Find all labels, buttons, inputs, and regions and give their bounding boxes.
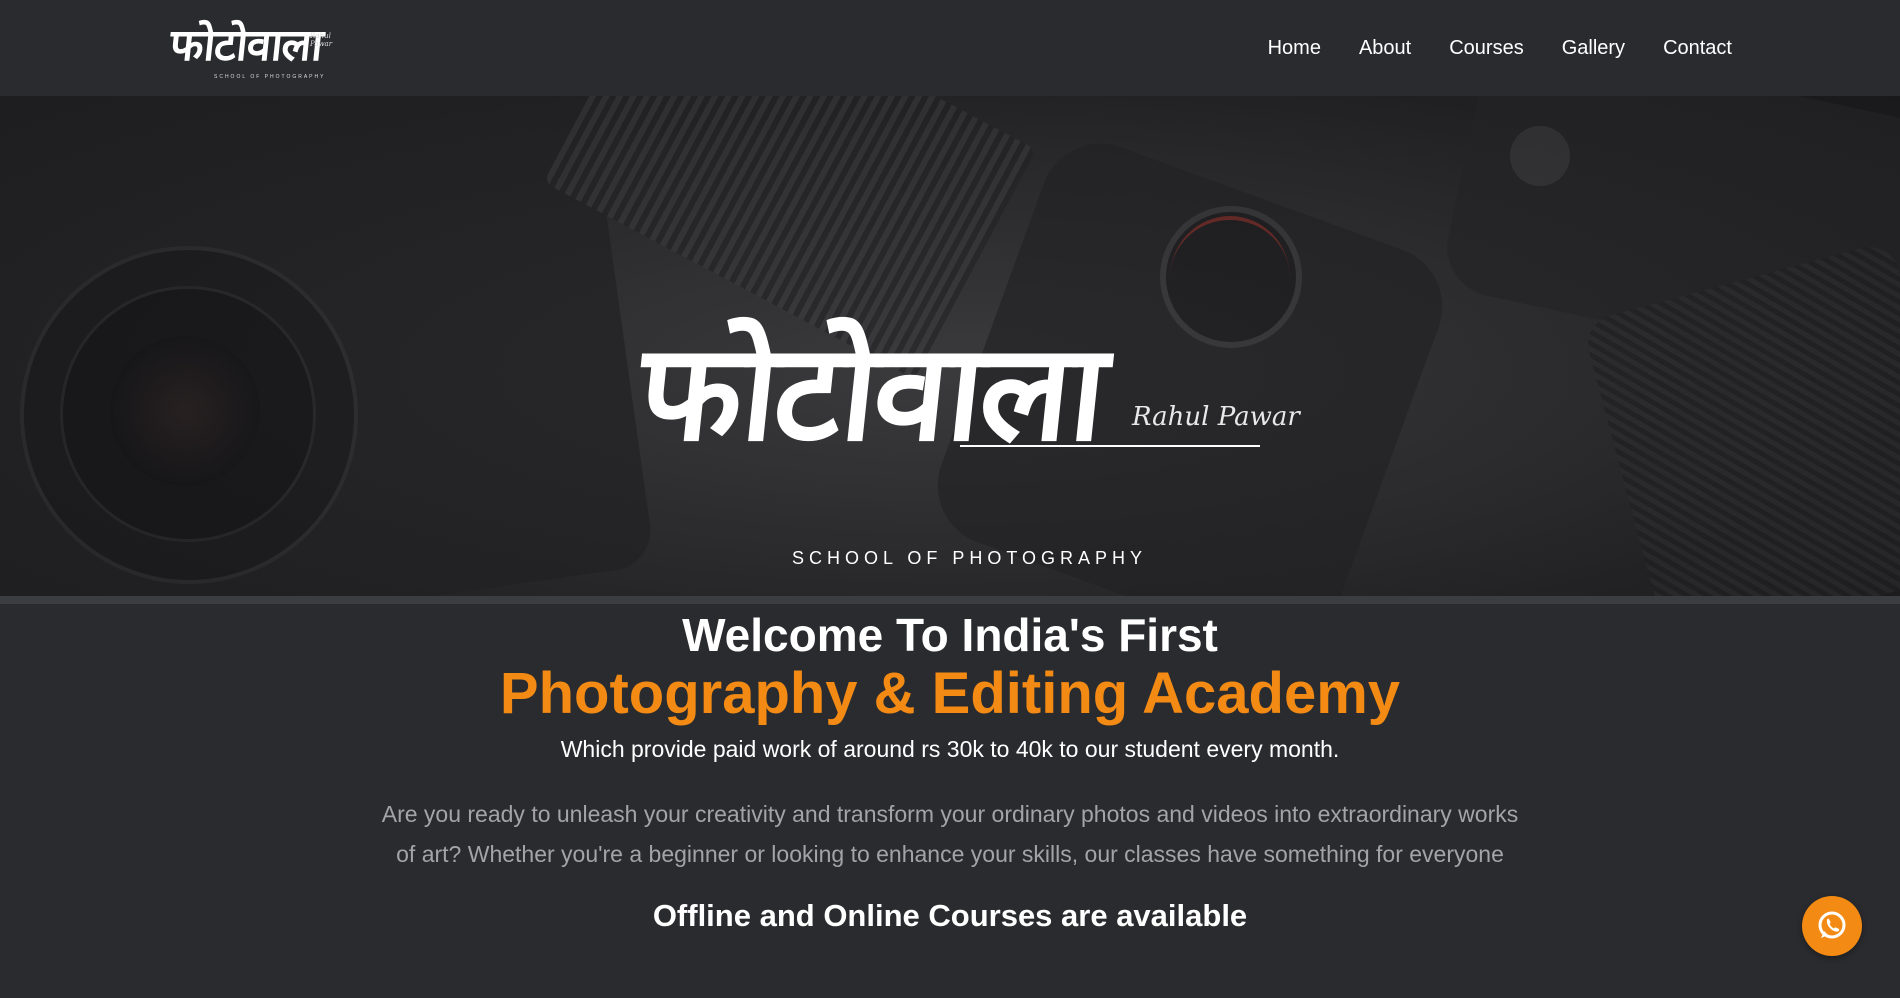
header-logo[interactable]: फोटोवाला Rahul Pawar SCHOOL OF PHOTOGRAP… [167,8,350,84]
whatsapp-icon [1818,911,1846,939]
nav-about[interactable]: About [1359,37,1411,60]
welcome-heading: Welcome To India's First [682,609,1218,661]
hero-divider [0,596,1900,604]
earnings-subtitle: Which provide paid work of around rs 30k… [560,736,1340,762]
nav-home[interactable]: Home [1268,37,1321,60]
hero-logo-tagline: SCHOOL OF PHOTOGRAPHY [792,548,1148,568]
nav-contact[interactable]: Contact [1663,37,1732,60]
logo-signature: Rahul Pawar [310,32,333,48]
hero-logo-signature: Rahul Pawar [1132,402,1300,432]
hero-banner: फोटोवाला Rahul Pawar SCHOOL OF PHOTOGRAP… [0,96,1900,596]
whatsapp-button[interactable] [1802,896,1862,956]
hero-logo-rule [960,445,1260,447]
hero-logo: फोटोवाला Rahul Pawar SCHOOL OF PHOTOGRAP… [632,236,1300,596]
intro-section: Welcome To India's First Photography & E… [0,604,1900,936]
logo-wordmark: फोटोवाला [167,20,325,71]
courses-availability-heading: Offline and Online Courses are available [652,898,1248,933]
hero-logo-wordmark: फोटोवाला [631,315,1112,471]
logo-tagline: SCHOOL OF PHOTOGRAPHY [214,74,326,80]
nav-gallery[interactable]: Gallery [1562,37,1625,60]
intro-description: Are you ready to unleash your creativity… [381,801,1519,867]
nav-courses[interactable]: Courses [1449,37,1523,60]
site-header: फोटोवाला Rahul Pawar SCHOOL OF PHOTOGRAP… [0,0,1900,96]
main-nav: Home About Courses Gallery Contact [1268,0,1732,96]
academy-heading: Photography & Editing Academy [499,661,1401,726]
